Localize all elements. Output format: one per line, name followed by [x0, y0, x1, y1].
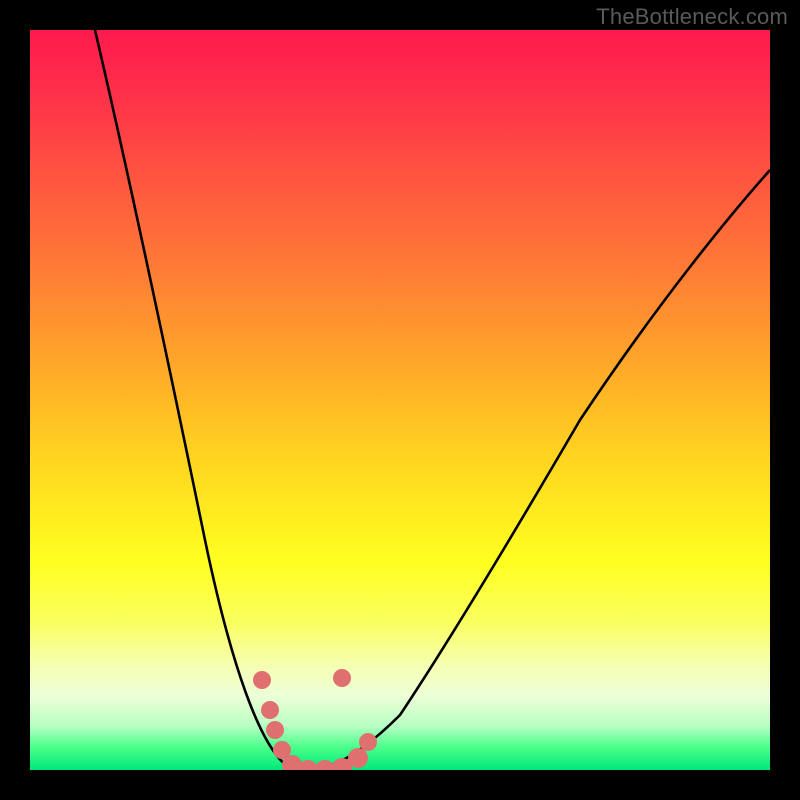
- marker-dot: [261, 701, 279, 719]
- marker-dot: [333, 669, 351, 687]
- marker-cluster: [253, 669, 377, 770]
- plot-area: [30, 30, 770, 770]
- left-curve: [95, 30, 310, 770]
- chart-frame: TheBottleneck.com: [0, 0, 800, 800]
- marker-dot: [253, 671, 271, 689]
- marker-dot: [348, 748, 368, 768]
- marker-dot: [359, 733, 377, 751]
- marker-dot: [266, 721, 284, 739]
- watermark-text: TheBottleneck.com: [596, 4, 788, 30]
- marker-dot: [315, 760, 335, 770]
- right-curve: [310, 170, 770, 770]
- curve-layer: [30, 30, 770, 770]
